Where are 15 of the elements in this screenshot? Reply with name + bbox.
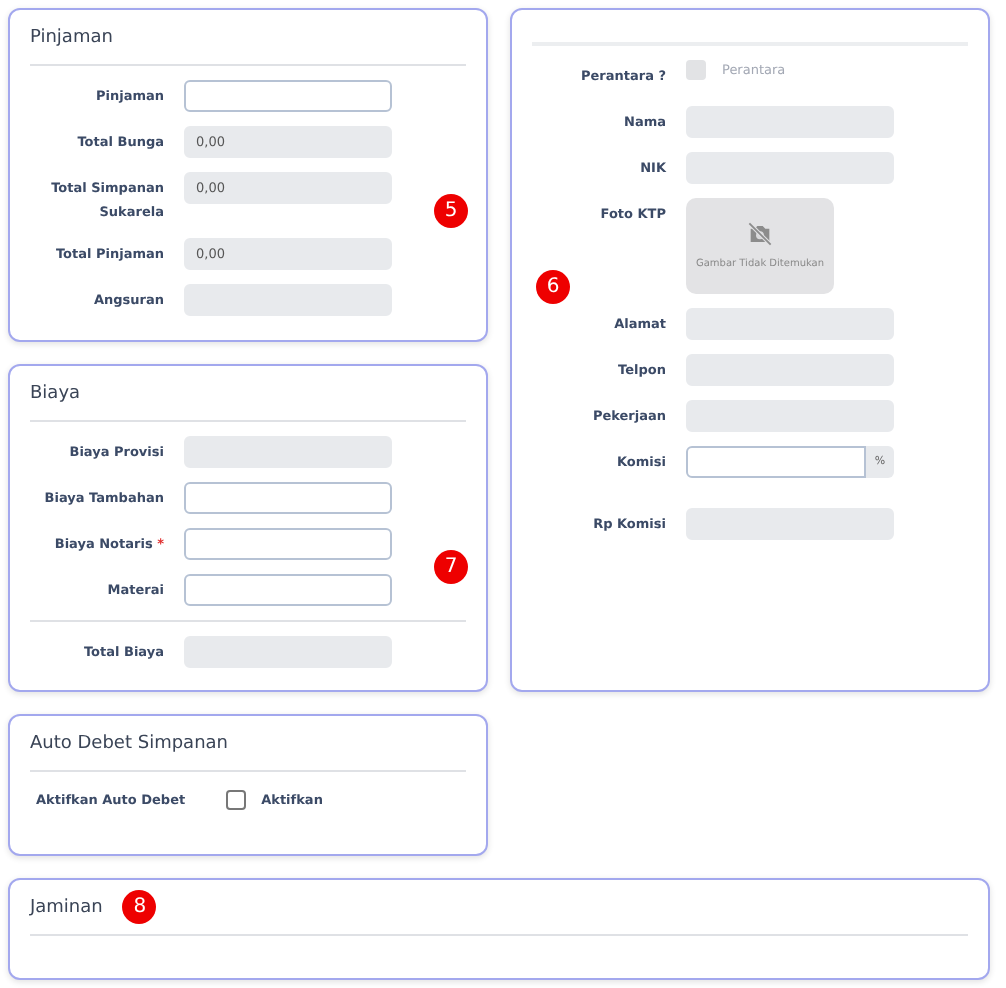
no-camera-icon [746,222,774,246]
card-title: Auto Debet Simpanan [30,733,228,753]
number-badge: 7 [434,550,468,584]
number-badge: 5 [434,194,468,228]
input-field[interactable] [184,528,392,560]
card-title: Biaya [30,383,81,403]
card-title: Jaminan [30,897,103,917]
input-field[interactable] [184,482,392,514]
number-badge: 8 [122,890,157,924]
checkbox[interactable] [225,790,246,810]
input-field[interactable] [184,574,392,606]
input-field[interactable] [686,446,866,478]
input-field[interactable] [184,80,392,112]
card-title: Pinjaman [30,27,113,47]
number-badge: 6 [536,270,570,304]
